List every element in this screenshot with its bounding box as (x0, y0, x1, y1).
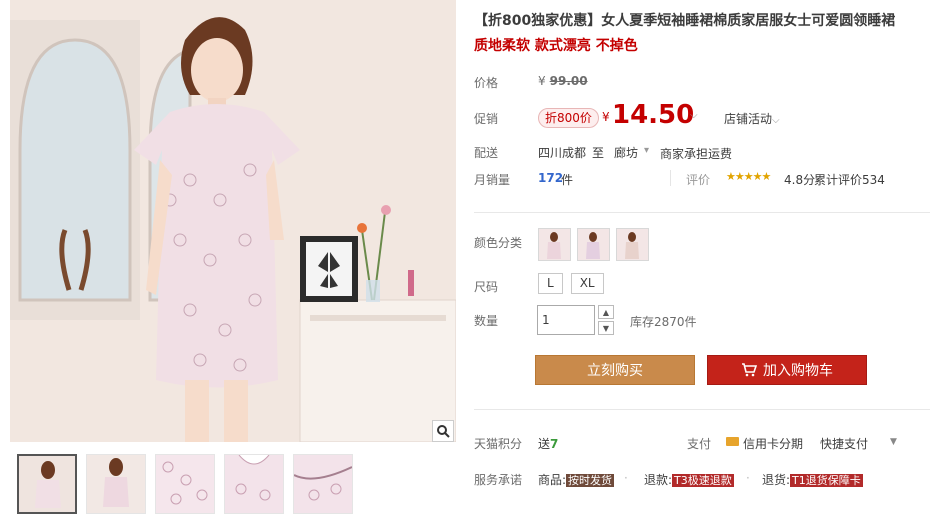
thumbnail-4[interactable] (224, 454, 284, 514)
divider (474, 409, 930, 410)
color-swatch-1[interactable] (538, 228, 571, 261)
original-price-value: 99.00 (549, 74, 588, 88)
shipping-fee: 商家承担运费 (660, 147, 733, 161)
stock-count: 库存2870件 (630, 315, 697, 329)
monthly-sales-label: 月销量 (474, 173, 511, 187)
size-option-xl[interactable]: XL (570, 273, 604, 294)
zoom-icon (437, 425, 450, 438)
thumbnail-image (294, 455, 352, 513)
ship-from: 四川成都 (538, 146, 587, 160)
service-refund-tag: T3极速退款 (672, 474, 734, 487)
thumbnail-image (225, 455, 283, 513)
service-refund-prefix: 退款: (644, 473, 673, 487)
chevron-down-icon: ⌵ (772, 115, 780, 126)
points-label: 天猫积分 (474, 437, 523, 451)
swatch-image (617, 229, 648, 260)
color-label: 颜色分类 (474, 236, 523, 250)
chevron-down-icon[interactable]: ▼ (890, 437, 897, 447)
product-title: 【折800独家优惠】女人夏季短袖睡裙棉质家居服女士可爱圆领睡裙 (474, 13, 896, 29)
price-label: 价格 (474, 76, 499, 90)
color-swatch-3[interactable] (616, 228, 649, 261)
star-icon: ★★★★★ (726, 170, 771, 183)
service-goods[interactable]: 商品: 按时发货 (538, 471, 615, 488)
thumbnail-strip (17, 454, 353, 514)
points-number: 7 (550, 437, 559, 451)
quick-pay[interactable]: 快捷支付 (820, 435, 868, 452)
points-value: 送7 (538, 435, 558, 452)
add-to-cart-button[interactable]: 加入购物车 (707, 355, 867, 385)
chevron-down-icon[interactable]: ⌵ (690, 110, 698, 121)
separator-dot: · (624, 471, 628, 485)
service-return[interactable]: 退货: T1退货保障卡 (762, 471, 863, 488)
buy-now-button[interactable]: 立刻购买 (535, 355, 695, 385)
thumbnail-3[interactable] (155, 454, 215, 514)
store-activity-label: 店铺活动 (724, 112, 773, 126)
original-price: ¥99.00 (538, 74, 588, 88)
ship-destination-select[interactable]: 廊坊 (614, 144, 638, 161)
quantity-increase-button[interactable]: ▲ (598, 305, 614, 319)
credit-card-installment[interactable]: 信用卡分期 (743, 435, 803, 452)
quantity-decrease-button[interactable]: ▼ (598, 321, 614, 335)
product-subtitle: 质地柔软 款式漂亮 不掉色 (474, 38, 638, 54)
color-swatch-2[interactable] (577, 228, 610, 261)
credit-card-icon (726, 437, 739, 446)
monthly-sales-unit: 件 (561, 173, 574, 187)
size-options: L XL (538, 273, 604, 294)
promo-price: 14.50 (612, 100, 695, 130)
service-goods-tag: 按时发货 (566, 474, 615, 487)
currency-symbol: ¥ (538, 74, 546, 88)
size-label: 尺码 (474, 280, 499, 294)
product-photo-illustration (10, 0, 456, 442)
divider (474, 212, 930, 213)
promo-currency: ¥ (602, 110, 610, 124)
service-return-tag: T1退货保障卡 (790, 474, 863, 487)
rating-score: 4.8分 (784, 173, 816, 187)
rating-label: 评价 (686, 173, 711, 187)
thumbnail-1[interactable] (17, 454, 77, 514)
thumbnail-image (156, 455, 214, 513)
cart-icon (742, 363, 757, 377)
service-goods-prefix: 商品: (538, 473, 567, 487)
separator-dot: · (746, 471, 750, 485)
add-to-cart-label: 加入购物车 (763, 363, 833, 379)
points-prefix: 送 (538, 437, 551, 451)
service-return-prefix: 退货: (762, 473, 791, 487)
buy-now-label: 立刻购买 (587, 363, 643, 379)
thumbnail-5[interactable] (293, 454, 353, 514)
total-reviews-link[interactable]: 累计评价534 (814, 171, 885, 188)
zoom-button[interactable] (432, 420, 454, 442)
promo-label: 促销 (474, 112, 499, 126)
store-activity-dropdown[interactable]: 店铺活动⌵ (724, 110, 780, 127)
swatch-image (539, 229, 570, 260)
swatch-image (578, 229, 609, 260)
quantity-label: 数量 (474, 314, 499, 328)
thumbnail-image (87, 455, 145, 513)
quantity-input[interactable] (537, 305, 595, 335)
divider (670, 170, 671, 186)
chevron-down-icon[interactable]: ▾ (644, 145, 649, 156)
thumbnail-image (19, 456, 75, 512)
color-swatches (538, 228, 649, 261)
shipping-label: 配送 (474, 146, 499, 160)
thumbnail-2[interactable] (86, 454, 146, 514)
main-product-image[interactable] (10, 0, 456, 442)
payment-label: 支付 (687, 437, 712, 451)
service-label: 服务承诺 (474, 473, 523, 487)
promo-tag: 折800价 (538, 108, 599, 128)
monthly-sales-count: 172 (538, 171, 564, 185)
size-option-l[interactable]: L (538, 273, 563, 294)
service-refund[interactable]: 退款: T3极速退款 (644, 471, 734, 488)
ship-to-text: 至 (592, 146, 605, 160)
